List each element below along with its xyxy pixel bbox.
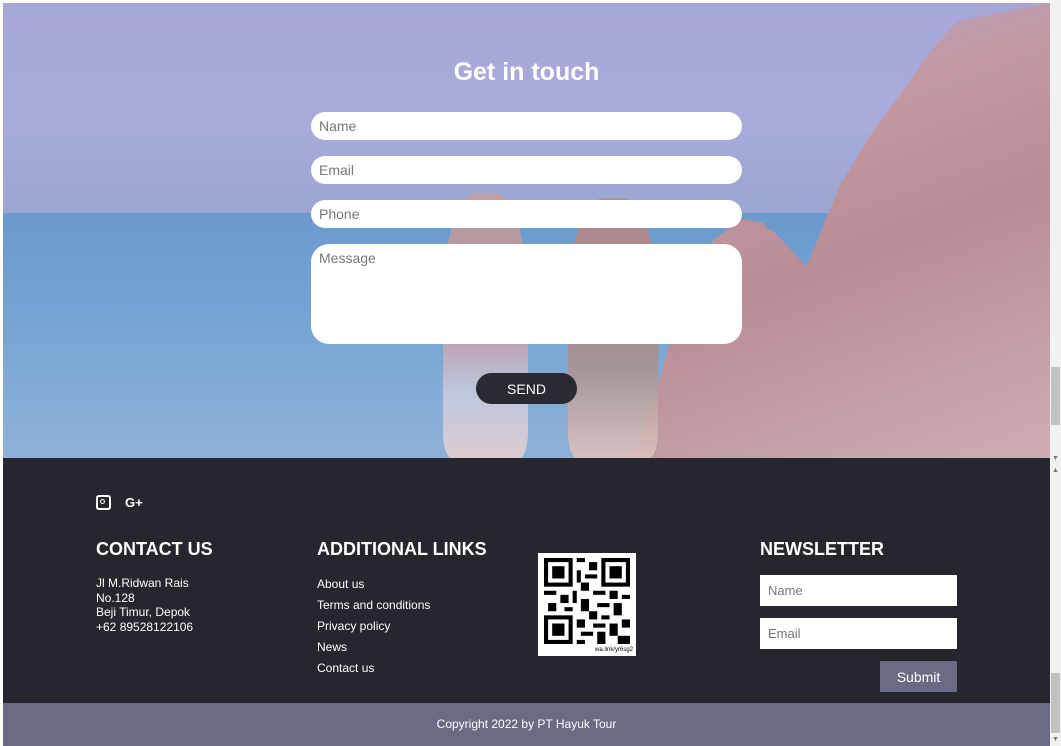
contact-form-title: Get in touch — [453, 58, 600, 86]
contact-name-input[interactable] — [311, 112, 742, 140]
contact-phone-input[interactable] — [311, 200, 742, 228]
link-privacy-policy[interactable]: Privacy policy — [317, 619, 430, 640]
qr-caption: wa.link/yr6sg2 — [594, 647, 633, 653]
link-about-us[interactable]: About us — [317, 577, 430, 598]
link-terms-and-conditions[interactable]: Terms and conditions — [317, 598, 430, 619]
additional-links-list: About us Terms and conditions Privacy po… — [317, 577, 430, 682]
contact-address: Jl M.Ridwan Rais No.128 Beji Timur, Depo… — [96, 576, 193, 634]
contact-us-heading: CONTACT US — [96, 539, 213, 559]
scrollbar-thumb[interactable] — [1051, 367, 1060, 425]
contact-phone: +62 89528122106 — [96, 619, 194, 634]
scroll-down-arrow-icon[interactable]: ▼ — [1052, 455, 1059, 462]
link-news[interactable]: News — [317, 640, 430, 661]
page-scrollbar[interactable]: ▼ ▲ ▼ — [1050, 0, 1061, 746]
qr-code-graphic — [544, 558, 630, 644]
scrollbar-thumb-outer[interactable] — [1051, 673, 1060, 733]
contact-message-textarea[interactable] — [311, 244, 742, 344]
contact-hero-section: Get in touch SEND — [3, 3, 1050, 458]
qr-code-image: wa.link/yr6sg2 — [538, 553, 636, 656]
scroll-up-arrow-icon[interactable]: ▲ — [1052, 467, 1059, 474]
instagram-icon[interactable] — [96, 495, 111, 510]
newsletter-submit-button[interactable]: Submit — [880, 661, 957, 692]
newsletter-email-input[interactable] — [760, 618, 957, 649]
newsletter-name-input[interactable] — [760, 575, 957, 606]
page: Get in touch SEND G+ CONTACT US Jl M.Rid… — [3, 3, 1050, 746]
newsletter-heading: NEWSLETTER — [760, 539, 884, 559]
send-button[interactable]: SEND — [476, 373, 577, 404]
address-line: No.128 — [96, 590, 135, 605]
additional-links-heading: ADDITIONAL LINKS — [317, 539, 487, 559]
footer: G+ CONTACT US Jl M.Ridwan Rais No.128 Be… — [3, 458, 1050, 703]
link-contact-us[interactable]: Contact us — [317, 661, 430, 682]
social-links: G+ — [96, 495, 143, 510]
copyright-bar: Copyright 2022 by PT Hayuk Tour — [3, 703, 1050, 746]
contact-email-input[interactable] — [311, 156, 742, 184]
address-line: Jl M.Ridwan Rais — [96, 576, 189, 590]
address-line: Beji Timur, Depok — [96, 605, 191, 619]
scroll-down-arrow-icon[interactable]: ▼ — [1052, 736, 1059, 743]
google-plus-icon[interactable]: G+ — [125, 495, 143, 510]
